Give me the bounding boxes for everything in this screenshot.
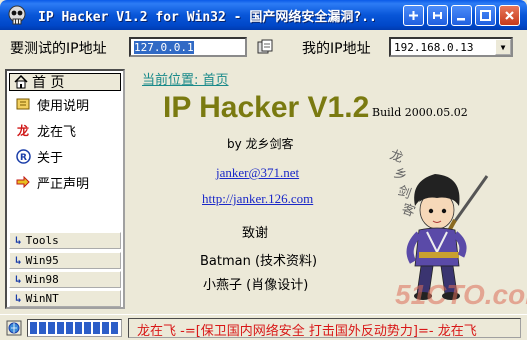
registered-icon: R [15, 148, 31, 164]
sidebar-item-label: 使用说明 [37, 98, 90, 114]
my-ip-label: 我的IP地址 [302, 41, 371, 57]
copy-ip-icon[interactable] [256, 39, 274, 55]
target-ip-value: 127.0.0.1 [134, 41, 194, 54]
book-icon [15, 96, 31, 112]
corner-arrow-icon: ↳ [15, 273, 22, 286]
website-link[interactable]: http://janker.126.com [202, 191, 313, 207]
sidebar-item-about[interactable]: R 关于 [15, 146, 63, 166]
corner-arrow-icon: ↳ [15, 292, 22, 305]
svg-text:乡: 乡 [392, 166, 409, 185]
sidebar-item-label: 关于 [37, 150, 64, 166]
watermark: 51CTO.com [395, 279, 527, 310]
corner-arrow-icon: ↳ [15, 254, 22, 267]
progress-block [66, 322, 73, 334]
my-ip-value: 192.168.0.13 [394, 41, 474, 54]
sidebar-cat-winnt[interactable]: ↳ WinNT [9, 290, 121, 307]
dragon-char-icon: 龙 [16, 123, 29, 138]
pin-icon [409, 11, 418, 20]
progress-block [111, 322, 118, 334]
progress-block [84, 322, 91, 334]
restore-button[interactable] [427, 5, 448, 26]
sidebar-cat-label: Win95 [25, 254, 59, 267]
sidebar-item-statement[interactable]: 严正声明 [15, 172, 89, 192]
maximize-button[interactable] [475, 5, 496, 26]
chevron-down-icon[interactable]: ▼ [495, 39, 511, 55]
pin-button[interactable] [403, 5, 424, 26]
progress-bar [27, 319, 122, 337]
progress-block [57, 322, 64, 334]
sidebar-cat-tools[interactable]: ↳ Tools [9, 232, 121, 249]
arrow-right-icon [15, 174, 31, 190]
close-button[interactable] [499, 5, 520, 26]
title-bar[interactable]: IP Hacker V1.2 for Win32 - 国产网络安全漏洞?.. [0, 0, 527, 30]
svg-text:剑: 剑 [396, 183, 414, 202]
build-version: Build 2000.05.02 [372, 106, 468, 119]
credit-line: 小燕子 (肖像设计) [203, 278, 309, 293]
app-title: IP Hacker V1.2 [163, 91, 370, 124]
progress-block [39, 322, 46, 334]
minimize-button[interactable] [451, 5, 472, 26]
thanks-heading: 致谢 [242, 226, 269, 241]
sidebar-home-label: 首 页 [32, 75, 65, 91]
sidebar-item-longzaifei[interactable]: 龙 龙在飞 [15, 120, 76, 140]
window-title: IP Hacker V1.2 for Win32 - 国产网络安全漏洞?.. [38, 10, 377, 25]
address-row: 要测试的IP地址 127.0.0.1 我的IP地址 192.168.0.13 ▼ [0, 34, 527, 60]
sidebar-item-manual[interactable]: 使用说明 [15, 94, 89, 114]
status-bar: 龙在飞 -=[保卫国内网络安全 打击国外反动势力]=- 龙在飞 [0, 314, 527, 340]
email-link[interactable]: janker@371.net [216, 165, 299, 181]
house-icon [14, 75, 28, 89]
progress-block [75, 322, 82, 334]
svg-text:R: R [20, 153, 27, 163]
main-panel: 当前位置: 首页 IP Hacker V1.2 Build 2000.05.02… [130, 66, 527, 314]
author-credit: by 龙乡剑客 [227, 137, 294, 151]
sidebar-item-label: 龙在飞 [37, 124, 77, 140]
progress-block [48, 322, 55, 334]
sidebar-item-label: 严正声明 [37, 176, 90, 192]
skull-app-icon[interactable] [6, 4, 28, 26]
my-ip-select[interactable]: 192.168.0.13 ▼ [389, 37, 513, 57]
target-ip-input[interactable]: 127.0.0.1 [129, 37, 247, 57]
sidebar-item-home[interactable]: 首 页 [9, 73, 121, 91]
progress-block [30, 322, 37, 334]
credit-line: Batman (技术资料) [200, 254, 318, 269]
maximize-icon [480, 10, 491, 21]
sidebar-cat-label: Win98 [25, 273, 59, 286]
sidebar-cat-label: Tools [25, 234, 59, 247]
mascot-caption: 龙 [388, 148, 405, 167]
status-marquee: 龙在飞 -=[保卫国内网络安全 打击国外反动势力]=- 龙在飞 [128, 318, 521, 338]
progress-block [93, 322, 100, 334]
corner-arrow-icon: ↳ [15, 234, 22, 247]
breadcrumb[interactable]: 当前位置: 首页 [142, 69, 229, 88]
arrows-icon [433, 12, 442, 19]
sidebar-cat-win95[interactable]: ↳ Win95 [9, 252, 121, 269]
globe-status-icon [6, 320, 22, 336]
progress-block [102, 322, 109, 334]
sidebar-cat-label: WinNT [25, 292, 59, 305]
close-icon [505, 11, 514, 20]
minimize-icon [457, 18, 465, 21]
target-ip-label: 要测试的IP地址 [10, 41, 107, 57]
sidebar: 首 页 使用说明 龙 龙在飞 R 关于 严正声明 ↳ Tools ↳ Win95… [5, 69, 125, 309]
sidebar-cat-win98[interactable]: ↳ Win98 [9, 271, 121, 288]
